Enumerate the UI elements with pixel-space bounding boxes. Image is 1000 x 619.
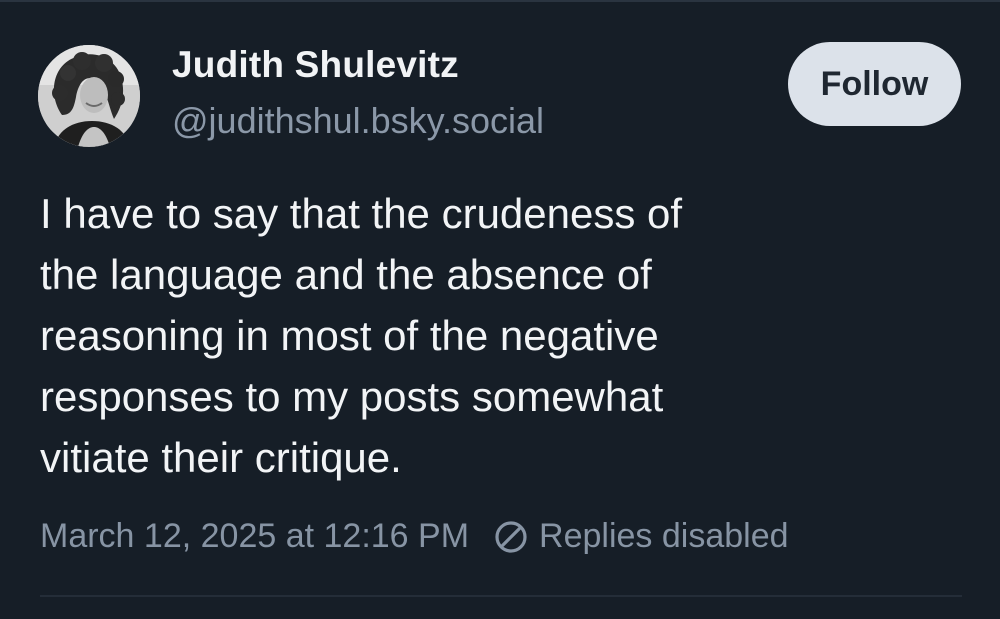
post-view: Judith Shulevitz @judithshul.bsky.social… (0, 0, 1000, 619)
circle-slash-icon (495, 520, 527, 553)
post-text: I have to say that the crudeness of the … (40, 190, 683, 481)
author-handle[interactable]: @judithshul.bsky.social (172, 100, 544, 142)
avatar[interactable] (38, 45, 140, 147)
post-meta: March 12, 2025 at 12:16 PM Replies disab… (40, 517, 789, 556)
avatar-image (38, 45, 140, 147)
author-display-name[interactable]: Judith Shulevitz (172, 44, 459, 86)
top-divider (0, 0, 1000, 2)
bottom-divider (40, 595, 962, 597)
follow-button[interactable]: Follow (788, 42, 961, 126)
replies-status: Replies disabled (539, 517, 789, 555)
post-timestamp[interactable]: March 12, 2025 at 12:16 PM (40, 517, 469, 556)
